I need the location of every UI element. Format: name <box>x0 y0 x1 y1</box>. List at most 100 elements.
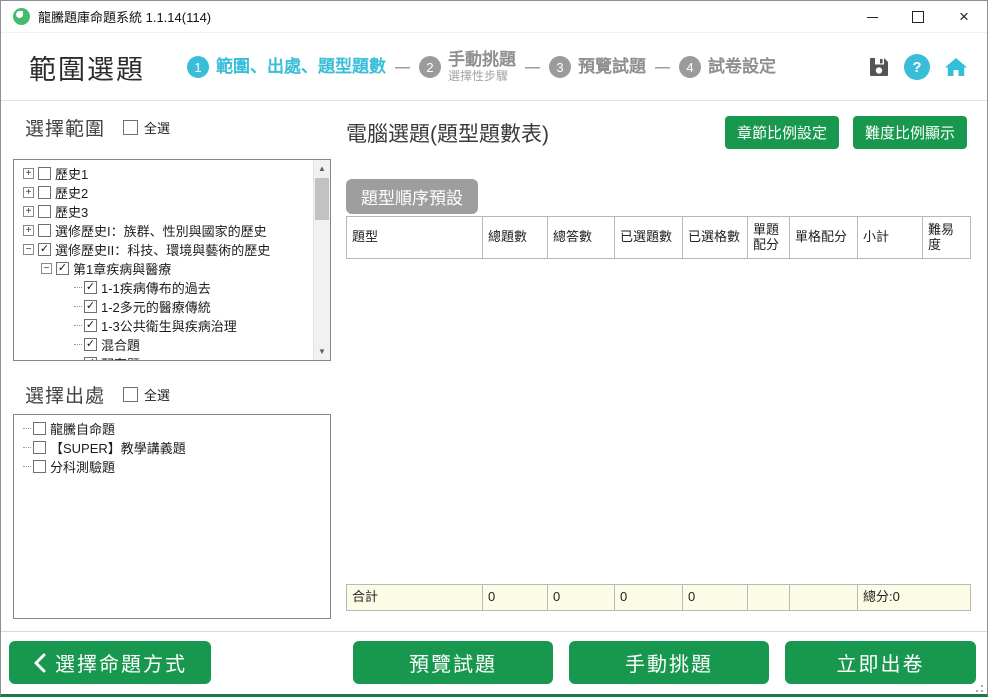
column-header: 已選題數 <box>614 217 682 258</box>
expand-icon[interactable]: + <box>23 225 34 236</box>
tree-checkbox[interactable] <box>38 186 51 199</box>
step-3: 3 預覽試題 <box>549 56 646 78</box>
tree-checkbox[interactable]: ✓ <box>84 281 97 294</box>
source-select-all-checkbox[interactable] <box>123 387 139 402</box>
range-title: 選擇範圍 <box>25 119 106 140</box>
scrollbar-thumb[interactable] <box>315 178 329 220</box>
list-item[interactable]: 龍騰自命題 <box>14 419 330 438</box>
back-button-label: 選擇命題方式 <box>55 654 187 676</box>
tree-item-label: 歷史2 <box>55 186 89 201</box>
empty-cell <box>747 585 789 610</box>
scroll-down-icon[interactable]: ▼ <box>314 343 330 360</box>
column-header: 題型 <box>352 229 379 245</box>
list-item-label: 【SUPER】教學講義題 <box>50 441 186 456</box>
tree-checkbox[interactable] <box>38 205 51 218</box>
tree-item[interactable]: ✓ 1-2多元的醫療傳統 <box>14 297 313 316</box>
wizard-stepper: 1 範圍、出處、題型題數 — 2 手動挑題 選擇性步驟 — 3 預覽試題 — 4… <box>187 50 776 83</box>
source-select-all-label: 全選 <box>144 388 171 403</box>
question-table-total-row: 合計 0 0 0 0 總分:0 <box>346 584 971 611</box>
tree-item[interactable]: − ✓ 選修歷史II：科技、環境與藝術的歷史 <box>14 240 313 259</box>
column-header: 總答數 <box>547 217 614 258</box>
tree-item-label: 歷史1 <box>55 167 89 182</box>
list-item-label: 龍騰自命題 <box>50 422 116 437</box>
list-item[interactable]: 分科測驗題 <box>14 457 330 476</box>
tree-checkbox[interactable]: ✓ <box>84 357 97 360</box>
total-score: 總分:0 <box>857 585 970 610</box>
tree-item[interactable]: ✓ 1-1疾病傳布的過去 <box>14 278 313 297</box>
chapter-ratio-button[interactable]: 章節比例設定 <box>724 116 839 149</box>
scrollbar[interactable]: ▲ ▼ <box>313 160 330 360</box>
main-panel-title: 電腦選題(題型題數表) <box>346 122 549 146</box>
total-answers: 0 <box>547 585 614 610</box>
tree-item[interactable]: ✓ 1-3公共衛生與疾病治理 <box>14 316 313 335</box>
tree-item-label: 配套題 <box>101 354 140 360</box>
tree-item-label: 歷史3 <box>55 205 89 220</box>
difficulty-ratio-button[interactable]: 難度比例顯示 <box>852 116 967 149</box>
list-item[interactable]: 【SUPER】教學講義題 <box>14 438 330 457</box>
tree-item[interactable]: + 歷史2 <box>14 183 313 202</box>
back-button[interactable]: 選擇命題方式 <box>9 641 211 684</box>
resize-grip[interactable] <box>981 690 983 692</box>
source-section-header: 選擇出處 全選 <box>25 381 170 408</box>
column-header: 小計 <box>857 217 922 258</box>
maximize-button[interactable] <box>895 1 941 33</box>
main-panel-header: 電腦選題(題型題數表) 章節比例設定 難度比例顯示 <box>346 116 967 149</box>
tree-item[interactable]: + 選修歷史I：族群、性別與國家的歷史 <box>14 221 313 240</box>
tree-item[interactable]: + 歷史1 <box>14 164 313 183</box>
tree-item[interactable]: − ✓ 第1章疾病與醫療 <box>14 259 313 278</box>
range-tree-box: + 歷史1 + 歷史2 + 歷史3 + 選修歷史I：族群、性別與國家的歷史 − <box>13 159 331 361</box>
source-checkbox[interactable] <box>33 441 46 454</box>
minimize-button[interactable] <box>849 1 895 33</box>
tree-item-label: 選修歷史I：族群、性別與國家的歷史 <box>55 224 267 239</box>
tree-item[interactable]: ✓ 配套題 <box>14 354 313 360</box>
home-icon[interactable] <box>943 55 969 79</box>
type-order-button[interactable]: 題型順序預設 <box>346 179 478 214</box>
chevron-left-icon <box>34 653 46 672</box>
step-3-label: 預覽試題 <box>578 57 646 77</box>
source-title: 選擇出處 <box>25 386 106 407</box>
list-item-label: 分科測驗題 <box>50 460 116 475</box>
save-icon[interactable] <box>867 55 891 79</box>
generate-paper-button[interactable]: 立即出卷 <box>785 641 976 684</box>
selected-questions: 0 <box>614 585 682 610</box>
collapse-icon[interactable]: − <box>23 244 34 255</box>
tree-checkbox[interactable]: ✓ <box>38 243 51 256</box>
source-checkbox[interactable] <box>33 422 46 435</box>
collapse-icon[interactable]: − <box>41 263 52 274</box>
step-dash: — <box>525 58 540 76</box>
tree-checkbox[interactable] <box>38 167 51 180</box>
tree-item-label: 混合題 <box>101 338 141 353</box>
scroll-up-icon[interactable]: ▲ <box>314 160 330 177</box>
column-header: 單題配分 <box>747 217 789 258</box>
help-icon[interactable]: ? <box>904 54 930 80</box>
source-list: 龍騰自命題 【SUPER】教學講義題 分科測驗題 <box>14 415 330 476</box>
tree-item-label: 1-2多元的醫療傳統 <box>101 300 211 315</box>
app-logo-icon <box>13 8 30 25</box>
tree-checkbox[interactable]: ✓ <box>84 319 97 332</box>
step-dash: — <box>655 58 670 76</box>
preview-questions-button[interactable]: 預覽試題 <box>353 641 553 684</box>
tree-checkbox[interactable]: ✓ <box>84 300 97 313</box>
tree-item[interactable]: ✓ 混合題 <box>14 335 313 354</box>
range-section-header: 選擇範圍 全選 <box>25 114 170 141</box>
step-4-badge: 4 <box>679 56 701 78</box>
step-2-badge: 2 <box>419 56 441 78</box>
tree-checkbox[interactable]: ✓ <box>56 262 69 275</box>
expand-icon[interactable]: + <box>23 187 34 198</box>
step-2-label: 手動挑題 <box>448 50 516 70</box>
empty-cell <box>789 585 857 610</box>
step-4: 4 試卷設定 <box>679 56 776 78</box>
source-checkbox[interactable] <box>33 460 46 473</box>
range-select-all-checkbox[interactable] <box>123 120 139 135</box>
title-bar: 龍騰題庫命題系統 1.1.14(114) × <box>1 1 987 33</box>
expand-icon[interactable]: + <box>23 168 34 179</box>
app-window: 龍騰題庫命題系統 1.1.14(114) × 範圍選題 1 範圍、出處、題型題數… <box>0 0 988 697</box>
tree-checkbox[interactable]: ✓ <box>84 338 97 351</box>
manual-pick-button[interactable]: 手動挑題 <box>569 641 769 684</box>
expand-icon[interactable]: + <box>23 206 34 217</box>
source-list-box: 龍騰自命題 【SUPER】教學講義題 分科測驗題 <box>13 414 331 619</box>
tree-checkbox[interactable] <box>38 224 51 237</box>
tree-item[interactable]: + 歷史3 <box>14 202 313 221</box>
step-1-badge: 1 <box>187 56 209 78</box>
close-button[interactable]: × <box>941 1 987 33</box>
